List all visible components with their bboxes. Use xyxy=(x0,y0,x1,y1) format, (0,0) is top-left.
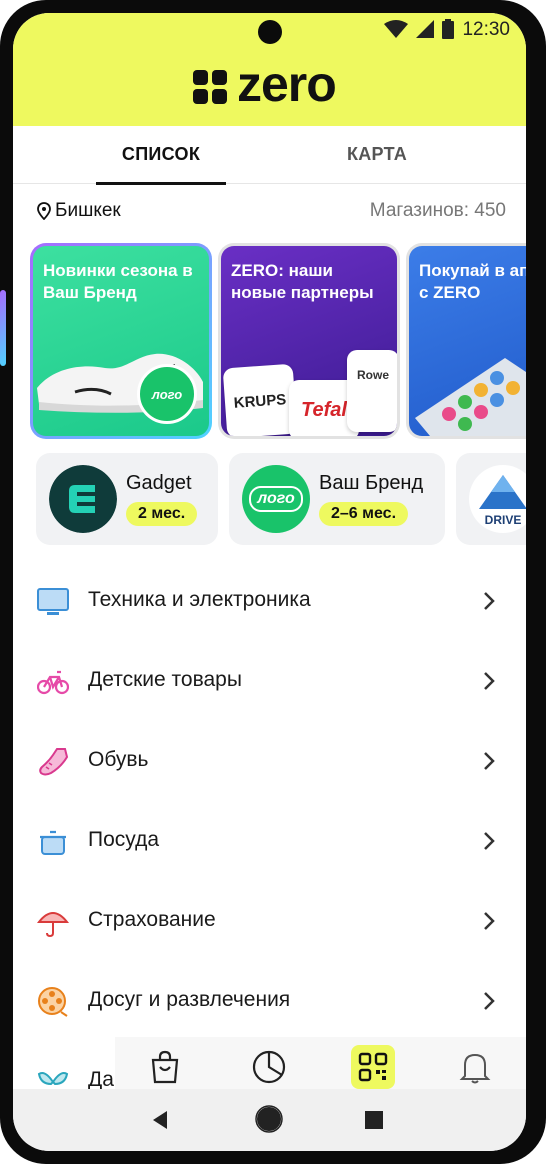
screen: 12:30 zero СПИСОК КАРТА Бишкек Магазинов… xyxy=(13,13,526,1151)
brand-logo-icon: лого xyxy=(242,465,310,533)
camera-cutout xyxy=(258,20,282,44)
nav-qr[interactable] xyxy=(351,1045,395,1089)
category-item[interactable]: Посуда xyxy=(13,801,526,881)
category-label: Посуда xyxy=(88,828,160,851)
status-time: 12:30 xyxy=(462,19,510,40)
category-item[interactable]: Досуг и развлечения xyxy=(13,961,526,1041)
category-label: Обувь xyxy=(88,748,149,771)
promo-banner[interactable]: Новинки сезона в Ваш Бренд лого xyxy=(30,243,212,439)
store-name: Gadget xyxy=(126,472,192,494)
chevron-right-icon xyxy=(484,752,495,770)
store-chip[interactable]: Gadget 2 мес. xyxy=(36,453,218,545)
tab-list[interactable]: СПИСОК xyxy=(81,126,241,185)
location-pin-icon xyxy=(37,202,51,220)
app-header: 12:30 zero xyxy=(13,13,526,126)
chevron-right-icon xyxy=(484,672,495,690)
store-chips: Gadget 2 мес. лого Ваш Бренд 2–6 мес. DR… xyxy=(36,453,526,545)
volume-button xyxy=(0,290,6,366)
umbrella-icon xyxy=(37,906,69,938)
location-row: Бишкек Магазинов: 450 xyxy=(37,200,506,228)
phone-frame: 12:30 zero СПИСОК КАРТА Бишкек Магазинов… xyxy=(0,0,546,1164)
shoe-icon xyxy=(37,746,69,778)
brand-logo-badge: лого xyxy=(137,364,197,424)
back-icon[interactable] xyxy=(151,1110,169,1130)
promo-banners: Новинки сезона в Ваш Бренд лого ZERO: на… xyxy=(30,243,526,439)
gadget-logo-icon xyxy=(49,465,117,533)
promo-banner[interactable]: Покупай в аптеках с ZERO xyxy=(406,243,526,439)
bottom-navigation xyxy=(115,1037,526,1093)
qr-code-icon xyxy=(358,1052,388,1082)
category-label: Досуг и развлечения xyxy=(88,988,291,1011)
drive-logo-text: DRIVE xyxy=(484,513,522,527)
drive-logo-icon: DRIVE xyxy=(469,465,526,533)
partner-logo-card: Rowe xyxy=(347,350,397,432)
logo-text: zero xyxy=(237,56,337,112)
monitor-icon xyxy=(37,586,69,618)
chevron-right-icon xyxy=(484,912,495,930)
banner-title: Покупай в аптеках с ZERO xyxy=(419,261,526,302)
logo-mark-icon xyxy=(193,70,227,104)
nav-shop[interactable] xyxy=(143,1045,187,1089)
home-icon[interactable] xyxy=(255,1105,283,1133)
banner-title: Новинки сезона в Ваш Бренд xyxy=(43,261,193,302)
category-item[interactable]: Страхование xyxy=(13,881,526,961)
bicycle-icon xyxy=(37,666,69,698)
category-item[interactable]: Детские товары xyxy=(13,641,526,721)
chevron-right-icon xyxy=(484,832,495,850)
nav-stats[interactable] xyxy=(247,1045,291,1089)
category-label: Детские товары xyxy=(88,668,242,691)
pie-chart-icon xyxy=(252,1050,286,1084)
brand-logo-text: лого xyxy=(249,486,303,512)
installment-badge: 2 мес. xyxy=(126,502,198,526)
store-chip[interactable]: DRIVE xyxy=(456,453,526,545)
installment-badge: 2–6 мес. xyxy=(319,502,409,526)
system-navigation-bar xyxy=(13,1089,526,1151)
status-icons xyxy=(384,19,454,39)
city-selector[interactable]: Бишкек xyxy=(37,200,121,222)
shopping-bag-icon xyxy=(151,1050,179,1084)
category-label: Страхование xyxy=(88,908,216,931)
category-item[interactable]: Обувь xyxy=(13,721,526,801)
wifi-icon xyxy=(384,20,408,38)
nav-notifications[interactable] xyxy=(453,1045,497,1089)
banner-title: ZERO: наши новые партнеры xyxy=(231,261,374,302)
chevron-right-icon xyxy=(484,592,495,610)
partner-logo-card: KRUPS xyxy=(222,363,298,436)
store-chip[interactable]: лого Ваш Бренд 2–6 мес. xyxy=(229,453,445,545)
film-reel-icon xyxy=(37,986,69,1018)
pot-icon xyxy=(37,826,69,858)
category-item[interactable]: Техника и электроника xyxy=(13,561,526,641)
pills-image xyxy=(415,358,526,436)
tab-map[interactable]: КАРТА xyxy=(297,126,457,184)
store-name: Ваш Бренд xyxy=(319,472,424,494)
app-logo: zero xyxy=(193,59,337,109)
battery-icon xyxy=(442,19,454,39)
chevron-right-icon xyxy=(484,992,495,1010)
signal-icon xyxy=(416,20,434,38)
city-name: Бишкек xyxy=(55,200,121,221)
shops-count: Магазинов: 450 xyxy=(369,200,506,221)
view-tabs: СПИСОК КАРТА xyxy=(13,126,526,185)
bell-icon xyxy=(459,1053,491,1084)
promo-banner[interactable]: ZERO: наши новые партнеры KRUPS Tefal Ro… xyxy=(218,243,400,439)
recents-icon[interactable] xyxy=(365,1111,383,1129)
category-label: Техника и электроника xyxy=(88,588,311,611)
